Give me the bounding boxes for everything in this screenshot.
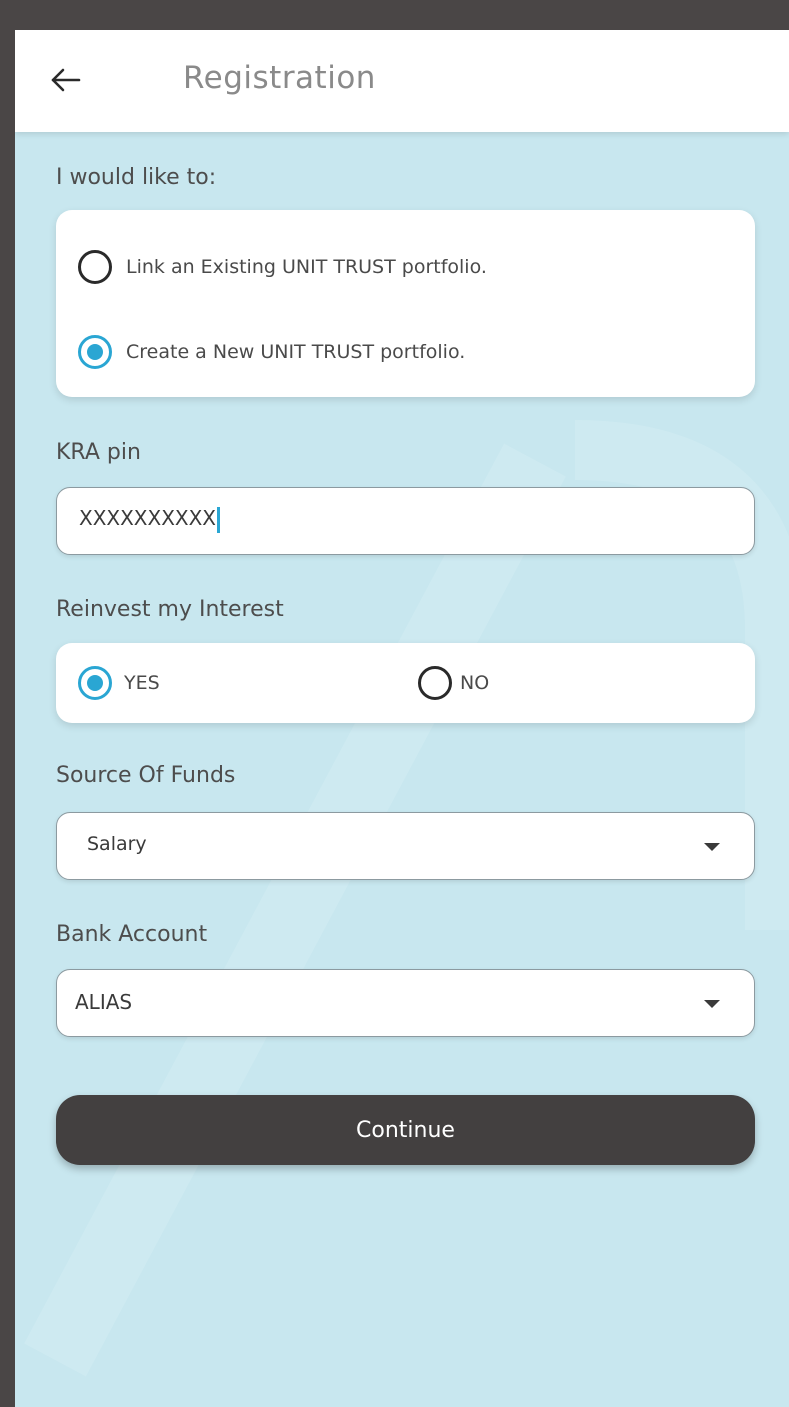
- option-no-label: NO: [460, 672, 490, 694]
- phone-screen: Registration I would like to: Link an Ex…: [15, 30, 789, 1407]
- portfolio-options-card: Link an Existing UNIT TRUST portfolio. C…: [56, 210, 755, 397]
- radio-checked-icon[interactable]: [78, 335, 112, 369]
- reinvest-label: Reinvest my Interest: [56, 597, 284, 622]
- radio-unchecked-icon[interactable]: [418, 666, 452, 700]
- option-link-existing[interactable]: Link an Existing UNIT TRUST portfolio.: [78, 250, 487, 284]
- continue-button[interactable]: Continue: [56, 1095, 755, 1165]
- source-of-funds-select[interactable]: Salary: [56, 812, 755, 880]
- bank-account-value: ALIAS: [75, 990, 133, 1014]
- back-button[interactable]: [45, 60, 85, 100]
- radio-unchecked-icon[interactable]: [78, 250, 112, 284]
- option-link-existing-label: Link an Existing UNIT TRUST portfolio.: [126, 256, 487, 278]
- portfolio-label: I would like to:: [56, 165, 217, 190]
- option-yes-label: YES: [124, 672, 160, 694]
- option-create-new-label: Create a New UNIT TRUST portfolio.: [126, 341, 466, 363]
- bank-account-label: Bank Account: [56, 922, 208, 947]
- page-title: Registration: [183, 60, 376, 96]
- kra-pin-input[interactable]: XXXXXXXXXX: [56, 487, 755, 555]
- option-no[interactable]: NO: [418, 666, 489, 700]
- chevron-down-icon: [704, 843, 720, 851]
- kra-pin-label: KRA pin: [56, 440, 141, 465]
- option-yes[interactable]: YES: [78, 666, 160, 700]
- bank-account-select[interactable]: ALIAS: [56, 969, 755, 1037]
- source-of-funds-label: Source Of Funds: [56, 763, 236, 788]
- kra-pin-value-wrap: XXXXXXXXXX: [79, 506, 221, 533]
- radio-checked-icon[interactable]: [78, 666, 112, 700]
- text-cursor: [217, 506, 221, 533]
- option-create-new[interactable]: Create a New UNIT TRUST portfolio.: [78, 335, 465, 369]
- source-of-funds-value: Salary: [87, 833, 147, 855]
- chevron-down-icon: [704, 1000, 720, 1008]
- kra-pin-value: XXXXXXXXXX: [79, 506, 217, 530]
- arrow-left-icon: [51, 68, 81, 92]
- reinvest-options-card: YES NO: [56, 643, 755, 723]
- app-bar: Registration: [15, 30, 789, 132]
